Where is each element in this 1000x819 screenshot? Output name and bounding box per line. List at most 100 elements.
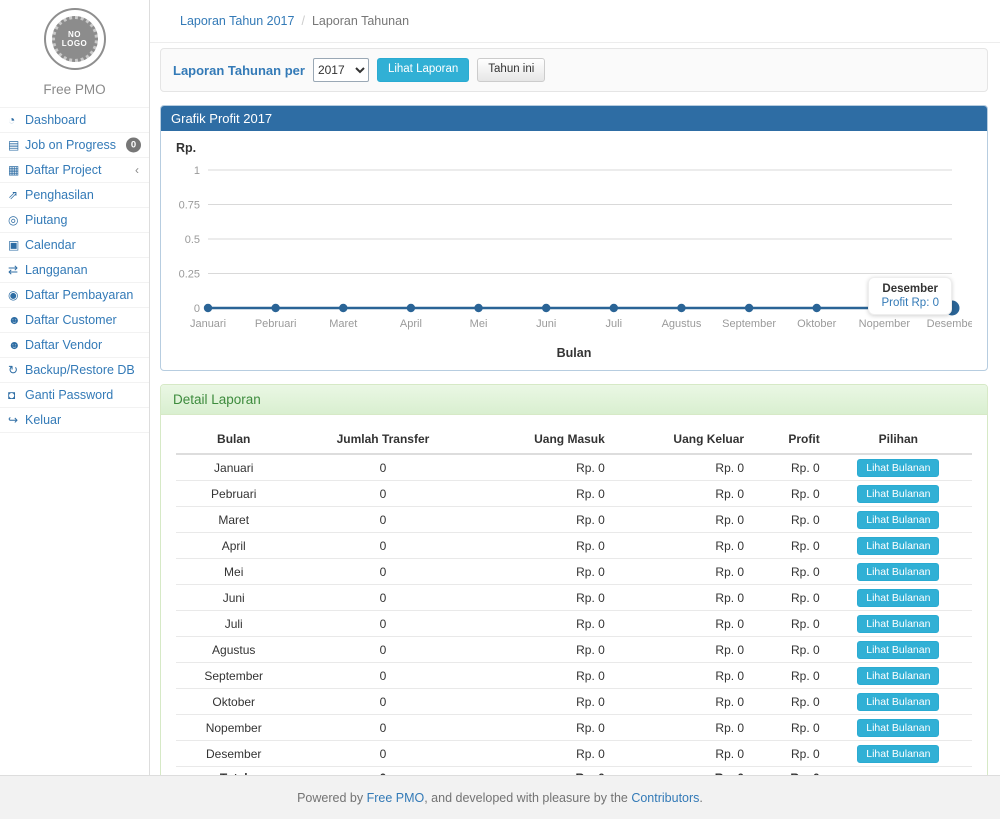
calendar-icon: ▣ [8, 238, 25, 252]
cell-jumlah-transfer: 0 [291, 741, 474, 767]
cell-bulan: Juli [176, 611, 291, 637]
tooltip-value: Profit Rp: 0 [881, 297, 939, 309]
svg-text:1: 1 [194, 165, 200, 177]
cell-uang-keluar: Rp. 0 [610, 585, 749, 611]
lihat-bulanan-button-april[interactable]: Lihat Bulanan [857, 537, 939, 555]
lihat-bulanan-button-oktober[interactable]: Lihat Bulanan [857, 693, 939, 711]
sidebar-item-daftar-customer[interactable]: ☻Daftar Customer [0, 307, 149, 332]
lihat-laporan-button[interactable]: Lihat Laporan [377, 58, 469, 82]
lock-icon: ◘ [8, 388, 25, 402]
lihat-bulanan-button-juli[interactable]: Lihat Bulanan [857, 615, 939, 633]
free-pmo-app: NO LOGO Free PMO ◔Dashboard▤Job on Progr… [0, 0, 1000, 819]
cell-jumlah-transfer: 0 [291, 689, 474, 715]
sidebar-item-dashboard[interactable]: ◔Dashboard [0, 107, 149, 132]
free-pmo-link[interactable]: Free PMO [367, 791, 425, 805]
cell-bulan: Pebruari [176, 481, 291, 507]
table-row-april: April0Rp. 0Rp. 0Rp. 0Lihat Bulanan [176, 533, 972, 559]
money-icon: ◎ [8, 213, 25, 227]
cell-uang-masuk: Rp. 0 [474, 637, 609, 663]
sidebar-item-daftar-vendor[interactable]: ☻Daftar Vendor [0, 332, 149, 357]
breadcrumb: Laporan Tahun 2017 / Laporan Tahunan [150, 0, 1000, 43]
column-header-bulan: Bulan [176, 425, 291, 454]
detail-panel-body: BulanJumlah TransferUang MasukUang Kelua… [161, 415, 987, 799]
cell-jumlah-transfer: 0 [291, 481, 474, 507]
footer-text-prefix: Powered by [297, 791, 366, 805]
cell-bulan: September [176, 663, 291, 689]
column-header-pilihan: Pilihan [825, 425, 972, 454]
cell-jumlah-transfer: 0 [291, 454, 474, 481]
table-row-januari: Januari0Rp. 0Rp. 0Rp. 0Lihat Bulanan [176, 454, 972, 481]
lihat-bulanan-button-desember[interactable]: Lihat Bulanan [857, 745, 939, 763]
table-row-nopember: Nopember0Rp. 0Rp. 0Rp. 0Lihat Bulanan [176, 715, 972, 741]
refresh-icon: ↻ [8, 363, 25, 377]
year-select[interactable]: 2017 [313, 58, 369, 82]
sidebar-item-ganti-password[interactable]: ◘Ganti Password [0, 382, 149, 407]
sidebar-item-piutang[interactable]: ◎Piutang [0, 207, 149, 232]
sidebar-item-daftar-pembayaran[interactable]: ◉Daftar Pembayaran [0, 282, 149, 307]
lihat-bulanan-button-maret[interactable]: Lihat Bulanan [857, 511, 939, 529]
cell-profit: Rp. 0 [749, 637, 825, 663]
cell-profit: Rp. 0 [749, 481, 825, 507]
cell-bulan: Maret [176, 507, 291, 533]
sidebar-item-label: Backup/Restore DB [25, 363, 135, 377]
lihat-bulanan-button-januari[interactable]: Lihat Bulanan [857, 459, 939, 477]
column-header-jumlah-transfer: Jumlah Transfer [291, 425, 474, 454]
cell-uang-keluar: Rp. 0 [610, 507, 749, 533]
sidebar-item-label: Calendar [25, 238, 76, 252]
table-row-september: September0Rp. 0Rp. 0Rp. 0Lihat Bulanan [176, 663, 972, 689]
svg-text:Maret: Maret [329, 318, 357, 330]
column-header-uang-masuk: Uang Masuk [474, 425, 609, 454]
sidebar-item-label: Ganti Password [25, 388, 113, 402]
table-row-juni: Juni0Rp. 0Rp. 0Rp. 0Lihat Bulanan [176, 585, 972, 611]
main-content: Laporan Tahun 2017 / Laporan Tahunan Lap… [150, 0, 1000, 775]
cell-uang-masuk: Rp. 0 [474, 481, 609, 507]
breadcrumb-link-laporan-tahun[interactable]: Laporan Tahun 2017 [180, 14, 294, 28]
profit-chart-panel: Grafik Profit 2017 Rp. 10.750.50.250Janu… [160, 105, 988, 371]
sidebar-item-calendar[interactable]: ▣Calendar [0, 232, 149, 257]
cell-profit: Rp. 0 [749, 689, 825, 715]
cell-uang-masuk: Rp. 0 [474, 454, 609, 481]
sidebar-item-daftar-project[interactable]: ▦Daftar Project ‹ [0, 157, 149, 182]
sidebar-item-keluar[interactable]: ↪Keluar [0, 407, 149, 433]
cell-profit: Rp. 0 [749, 715, 825, 741]
sidebar-item-label: Langganan [25, 263, 88, 277]
table-row-maret: Maret0Rp. 0Rp. 0Rp. 0Lihat Bulanan [176, 507, 972, 533]
sidebar-item-label: Keluar [25, 413, 61, 427]
svg-text:Nopember: Nopember [859, 318, 911, 330]
sidebar-item-langganan[interactable]: ⇄Langganan [0, 257, 149, 282]
app-logo: NO LOGO [0, 0, 149, 76]
table-icon: ▦ [8, 163, 25, 177]
sidebar-item-label: Daftar Customer [25, 313, 117, 327]
sidebar-item-label: Piutang [25, 213, 67, 227]
contributors-link[interactable]: Contributors [631, 791, 699, 805]
lihat-bulanan-button-agustus[interactable]: Lihat Bulanan [857, 641, 939, 659]
sidebar-item-job-on-progress[interactable]: ▤Job on Progress0 [0, 132, 149, 157]
svg-text:Pebruari: Pebruari [255, 318, 297, 330]
lihat-bulanan-button-pebruari[interactable]: Lihat Bulanan [857, 485, 939, 503]
svg-text:Januari: Januari [190, 318, 226, 330]
sidebar-item-backup-restore-db[interactable]: ↻Backup/Restore DB [0, 357, 149, 382]
sidebar-item-label: Daftar Project [25, 163, 101, 177]
sidebar-item-penghasilan[interactable]: ⇗Penghasilan [0, 182, 149, 207]
chevron-left-icon: ‹ [135, 163, 139, 177]
svg-text:0: 0 [194, 303, 200, 315]
chart-area: 10.750.50.250JanuariPebruariMaretAprilMe… [176, 157, 972, 346]
svg-text:0.5: 0.5 [185, 234, 200, 246]
lihat-bulanan-button-nopember[interactable]: Lihat Bulanan [857, 719, 939, 737]
annual-report-table: BulanJumlah TransferUang MasukUang Kelua… [176, 425, 972, 789]
cell-profit: Rp. 0 [749, 507, 825, 533]
lihat-bulanan-button-september[interactable]: Lihat Bulanan [857, 667, 939, 685]
cell-bulan: Mei [176, 559, 291, 585]
lihat-bulanan-button-juni[interactable]: Lihat Bulanan [857, 589, 939, 607]
tahun-ini-button[interactable]: Tahun ini [477, 58, 545, 82]
column-header-profit: Profit [749, 425, 825, 454]
detail-panel-title: Detail Laporan [161, 385, 987, 415]
footer-text-suffix: . [699, 791, 702, 805]
lihat-bulanan-button-mei[interactable]: Lihat Bulanan [857, 563, 939, 581]
sidebar-item-label: Daftar Vendor [25, 338, 102, 352]
table-row-desember: Desember0Rp. 0Rp. 0Rp. 0Lihat Bulanan [176, 741, 972, 767]
svg-text:Oktober: Oktober [797, 318, 836, 330]
profit-line-chart[interactable]: 10.750.50.250JanuariPebruariMaretAprilMe… [176, 157, 972, 341]
cell-uang-masuk: Rp. 0 [474, 715, 609, 741]
table-row-oktober: Oktober0Rp. 0Rp. 0Rp. 0Lihat Bulanan [176, 689, 972, 715]
